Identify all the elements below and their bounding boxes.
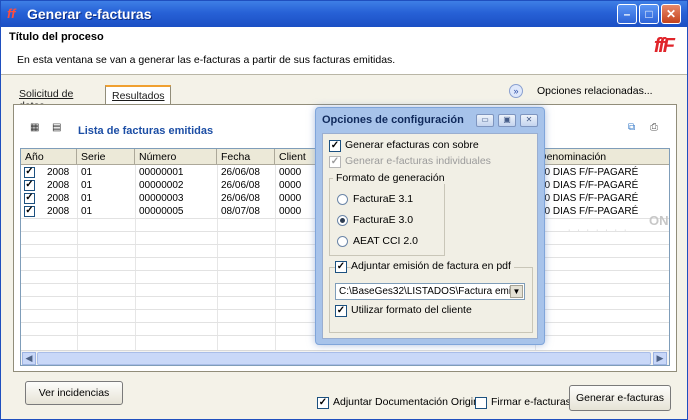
ver-incidencias-button[interactable]: Ver incidencias	[25, 381, 123, 405]
scroll-right-icon[interactable]: ▶	[653, 352, 667, 365]
cell-denominacion: 90 DIAS F/F-PAGARÉ	[539, 193, 639, 204]
brand-logo-icon: ffF	[653, 35, 675, 57]
col-header-denominacion[interactable]: Denominación	[535, 149, 669, 165]
format-label-31: FacturaE 3.1	[353, 193, 414, 205]
process-title: Título del proceso	[9, 31, 104, 43]
related-options-link[interactable]: » Opciones relacionadas...	[509, 84, 653, 98]
process-header: Título del proceso En esta ventana se va…	[1, 27, 687, 75]
copy-icon[interactable]: ⧉	[628, 122, 644, 136]
cell-serie: 01	[81, 193, 93, 204]
individuales-label: Generar e-facturas individuales	[345, 155, 491, 167]
cell-cliente: 0000	[279, 193, 302, 204]
attach-pdf-checkbox[interactable]: ✓	[335, 261, 347, 273]
popup-body: ✓ Generar efacturas con sobre ✓ Generar …	[322, 133, 538, 339]
cell-anio: 2008	[47, 180, 70, 191]
popup-minimize-button[interactable]: ▭	[476, 114, 494, 127]
deselect-all-icon[interactable]: ▤	[52, 122, 68, 136]
process-description: En esta ventana se van a generar las e-f…	[17, 54, 396, 66]
attach-pdf-label: Adjuntar emisión de factura en pdf	[351, 260, 514, 272]
cell-fecha: 26/06/08	[221, 167, 260, 178]
scroll-left-icon[interactable]: ◀	[22, 352, 36, 365]
row-checkbox[interactable]: ✓	[24, 193, 35, 204]
format-label-aeat: AEAT CCI 2.0	[353, 235, 418, 247]
cell-numero: 00000001	[139, 167, 184, 178]
select-all-icon[interactable]: ▦	[30, 122, 46, 136]
chevron-down-icon[interactable]: ▼	[510, 285, 523, 298]
app-logo-icon: ff	[7, 6, 16, 21]
cell-denominacion: 90 DIAS F/F-PAGARÉ	[539, 167, 639, 178]
popup-close-button[interactable]: ✕	[520, 114, 538, 127]
col-header-numero[interactable]: Número	[135, 149, 217, 165]
pdf-group	[329, 267, 533, 333]
row-checkbox[interactable]: ✓	[24, 206, 35, 217]
cell-anio: 2008	[47, 167, 70, 178]
cell-numero: 00000002	[139, 180, 184, 191]
attach-original-label: Adjuntar Documentación Original	[333, 396, 488, 408]
col-header-anio[interactable]: Año	[21, 149, 77, 165]
client-format-label: Utilizar formato del cliente	[351, 304, 472, 316]
cell-numero: 00000003	[139, 193, 184, 204]
row-checkbox[interactable]: ✓	[24, 167, 35, 178]
horizontal-scrollbar[interactable]: ◀ ▶	[21, 350, 669, 365]
cell-fecha: 26/06/08	[221, 193, 260, 204]
cell-denominacion: 90 DIAS F/F-PAGARÉ	[539, 206, 639, 217]
format-label-30: FacturaE 3.0	[353, 214, 414, 226]
tab-solicitud-datos[interactable]: Solicitud de datos	[13, 85, 105, 112]
pdf-path-value: C:\BaseGes32\LISTADOS\Factura emiti	[339, 286, 517, 297]
cell-fecha: 26/06/08	[221, 180, 260, 191]
tab-resultados[interactable]: Resultados	[105, 85, 171, 105]
format-radio-aeat[interactable]	[337, 236, 348, 247]
config-options-popup: Opciones de configuración ▭ ▣ ✕ ✓ Genera…	[315, 107, 545, 345]
maximize-button[interactable]: □	[639, 4, 659, 24]
attach-original-checkbox[interactable]: ✓	[317, 397, 329, 409]
col-header-serie[interactable]: Serie	[77, 149, 135, 165]
cell-numero: 00000005	[139, 206, 184, 217]
chevron-down-icon[interactable]: »	[509, 84, 523, 98]
row-checkbox[interactable]: ✓	[24, 180, 35, 191]
cell-anio: 2008	[47, 193, 70, 204]
format-radio-31[interactable]	[337, 194, 348, 205]
popup-title: Opciones de configuración	[322, 114, 464, 126]
con-sobre-label: Generar efacturas con sobre	[345, 139, 479, 151]
sign-label: Firmar e-facturas	[491, 396, 571, 408]
cell-serie: 01	[81, 167, 93, 178]
list-title: Lista de facturas emitidas	[78, 125, 214, 137]
cell-serie: 01	[81, 180, 93, 191]
cell-denominacion: 90 DIAS F/F-PAGARÉ	[539, 180, 639, 191]
related-options-label: Opciones relacionadas...	[537, 85, 653, 97]
cell-cliente: 0000	[279, 206, 302, 217]
individuales-checkbox[interactable]: ✓	[329, 156, 341, 168]
con-sobre-checkbox[interactable]: ✓	[329, 140, 341, 152]
cell-cliente: 0000	[279, 180, 302, 191]
cell-cliente: 0000	[279, 167, 302, 178]
popup-restore-button[interactable]: ▣	[498, 114, 516, 127]
main-window: ff Generar e-facturas – □ ✕ Título del p…	[0, 0, 688, 420]
col-header-fecha[interactable]: Fecha	[217, 149, 275, 165]
title-bar[interactable]: ff Generar e-facturas – □ ✕	[1, 1, 687, 27]
bottom-bar: Ver incidencias ✓ Adjuntar Documentación…	[1, 375, 687, 419]
cell-anio: 2008	[47, 206, 70, 217]
print-icon[interactable]: ⎙	[650, 122, 666, 136]
cell-fecha: 08/07/08	[221, 206, 260, 217]
scrollbar-thumb[interactable]	[37, 352, 651, 365]
format-radio-30[interactable]	[337, 215, 348, 226]
close-button[interactable]: ✕	[661, 4, 681, 24]
format-legend: Formato de generación	[333, 172, 448, 184]
minimize-button[interactable]: –	[617, 4, 637, 24]
window-title: Generar e-facturas	[27, 6, 152, 22]
watermark-text-icon: ·······	[568, 227, 634, 234]
generar-efacturas-button[interactable]: Generar e-facturas	[569, 385, 671, 411]
sign-checkbox[interactable]	[475, 397, 487, 409]
client-format-checkbox[interactable]: ✓	[335, 305, 347, 317]
cell-serie: 01	[81, 206, 93, 217]
pdf-path-select[interactable]: C:\BaseGes32\LISTADOS\Factura emiti ▼	[335, 283, 525, 300]
watermark-logo-icon: ON	[649, 213, 669, 228]
